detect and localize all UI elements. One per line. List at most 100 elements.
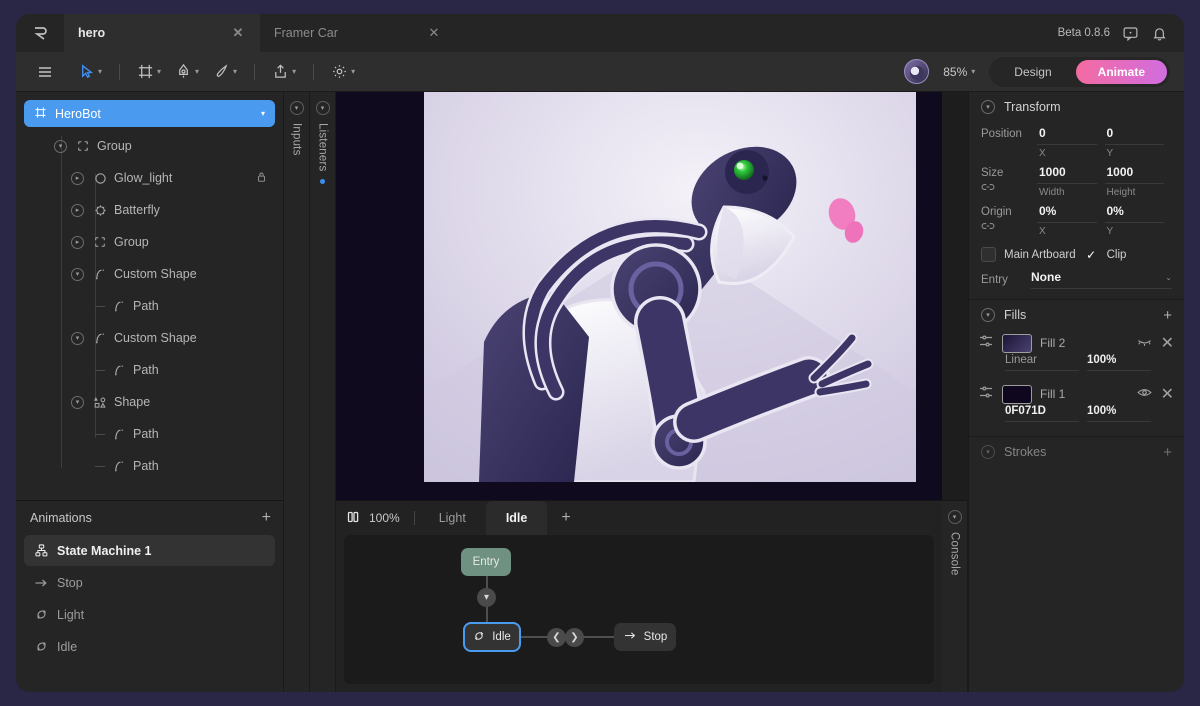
tab-framer-car[interactable]: Framer Car ✕ (260, 14, 456, 52)
layer-row[interactable]: Path (24, 418, 275, 450)
fill-item-2[interactable]: Fill 2 ✕ (969, 330, 1184, 353)
chevron-down-icon[interactable]: ▾ (981, 308, 995, 322)
timeline-tab-light[interactable]: Light (419, 501, 486, 535)
strokes-header[interactable]: ▾ Strokes + (969, 437, 1184, 467)
close-icon[interactable]: ✕ (1161, 384, 1174, 404)
fill-opacity-value[interactable]: 100% (1087, 405, 1151, 422)
animation-item-state-machine-1[interactable]: State Machine 1 (24, 535, 275, 566)
link-icon[interactable] (981, 179, 1037, 195)
brush-tool[interactable]: ▾ (207, 58, 243, 86)
chevron-down-icon[interactable]: ▾ (195, 67, 199, 76)
rail-listeners[interactable]: ▾ Listeners (310, 92, 336, 692)
rail-console[interactable]: ▾ Console (942, 500, 968, 692)
export-tool[interactable]: ▾ (266, 58, 302, 86)
layer-row[interactable]: ▸ Group (24, 226, 275, 258)
layer-row[interactable]: ▾ Custom Shape (24, 258, 275, 290)
layer-row[interactable]: Path (24, 290, 275, 322)
mode-animate[interactable]: Animate (1075, 59, 1167, 84)
chevron-down-icon[interactable]: ▾ (981, 445, 995, 459)
chevron-down-icon[interactable]: ▾ (289, 101, 304, 115)
position-y-field[interactable]: 0 Y (1104, 124, 1173, 159)
animation-item-stop[interactable]: Stop (24, 567, 275, 598)
chevron-down-icon[interactable]: ▾ (971, 67, 975, 76)
layer-row[interactable]: ▸ Glow_light (24, 162, 275, 194)
pen-tool[interactable]: ▾ (169, 58, 205, 86)
eye-closed-icon[interactable] (1137, 334, 1152, 352)
eye-open-icon[interactable] (1136, 385, 1152, 403)
select-tool[interactable]: ▾ (72, 58, 108, 86)
artboard-tool[interactable]: ▾ (131, 58, 167, 86)
width-field[interactable]: 1000 Width (1037, 163, 1105, 198)
close-icon[interactable]: ✕ (1161, 333, 1174, 353)
chevron-down-icon[interactable]: ▾ (477, 588, 496, 607)
entry-select[interactable]: None ⌄ (1031, 270, 1172, 289)
position-x-field[interactable]: 0 X (1037, 124, 1105, 159)
plus-icon[interactable]: + (1163, 445, 1172, 460)
state-machine-graph[interactable]: ▾ ❮ ❯ Entry Idle Stop (344, 535, 934, 684)
chevron-down-icon[interactable]: ▾ (315, 101, 330, 115)
fill-swatch[interactable] (1002, 384, 1032, 404)
origin-x-field[interactable]: 0% X (1037, 202, 1105, 237)
expand-toggle[interactable]: ▸ (71, 171, 84, 185)
rail-inputs[interactable]: ▾ Inputs (284, 92, 310, 692)
canvas-viewport[interactable] (336, 92, 942, 500)
timeline-tab-idle[interactable]: Idle (485, 501, 548, 535)
hamburger-menu-icon[interactable] (30, 58, 60, 86)
graph-node-entry[interactable]: Entry (461, 548, 511, 576)
fill-swatch[interactable] (1002, 333, 1032, 353)
transform-header[interactable]: ▾ Transform (969, 92, 1184, 122)
plus-icon[interactable]: + (547, 501, 584, 535)
chevron-down-icon[interactable]: ▾ (292, 67, 296, 76)
lock-icon[interactable] (256, 171, 275, 186)
mode-design[interactable]: Design (992, 60, 1073, 84)
rive-logo-icon[interactable] (16, 14, 64, 52)
pause-icon[interactable] (346, 510, 360, 527)
fill-hex-value[interactable]: 0F071D (1005, 405, 1079, 422)
expand-toggle[interactable]: ▾ (71, 395, 84, 409)
chevron-down-icon[interactable]: ⌄ (1165, 273, 1172, 282)
chevron-down-icon[interactable]: ▾ (261, 109, 265, 118)
artboard-herobot[interactable] (424, 92, 916, 482)
expand-toggle[interactable]: ▾ (71, 267, 84, 281)
main-artboard-checkbox[interactable] (981, 247, 996, 262)
playback-speed-label[interactable]: 100% (369, 511, 400, 525)
expand-toggle[interactable]: ▸ (71, 203, 84, 217)
height-field[interactable]: 1000 Height (1104, 163, 1173, 198)
layer-row[interactable]: Path (24, 450, 275, 482)
zoom-control[interactable]: 85% ▾ (943, 65, 975, 79)
fills-header[interactable]: ▾ Fills + (969, 300, 1184, 330)
expand-toggle[interactable]: ▸ (71, 235, 84, 249)
chevron-down-icon[interactable]: ▾ (157, 67, 161, 76)
gear-icon[interactable]: ▾ (325, 58, 361, 86)
graph-node-stop[interactable]: Stop (614, 623, 676, 651)
layer-row[interactable]: ▾ Group (24, 130, 275, 162)
fill-opacity-value[interactable]: 100% (1087, 354, 1151, 371)
layer-row[interactable]: ▾ Custom Shape (24, 322, 275, 354)
link-icon[interactable] (981, 218, 1037, 234)
plus-icon[interactable]: + (1163, 308, 1172, 323)
expand-toggle[interactable]: ▾ (71, 331, 84, 345)
chevron-left-icon[interactable]: ❮ (547, 628, 566, 647)
clip-checkbox[interactable]: ✓ (1084, 247, 1099, 262)
fill-type-value[interactable]: Linear (1005, 354, 1079, 371)
animation-item-light[interactable]: Light (24, 599, 275, 630)
origin-y-field[interactable]: 0% Y (1104, 202, 1173, 237)
layer-row[interactable]: Path (24, 354, 275, 386)
comment-icon[interactable] (1122, 25, 1139, 42)
chevron-down-icon[interactable]: ▾ (98, 67, 102, 76)
chevron-down-icon[interactable]: ▾ (233, 67, 237, 76)
animation-item-idle[interactable]: Idle (24, 631, 275, 662)
plus-icon[interactable]: + (262, 510, 271, 526)
layer-row[interactable]: ▾ Shape (24, 386, 275, 418)
layer-item-herobot[interactable]: HeroBot ▾ (24, 100, 275, 127)
fill-item-1[interactable]: Fill 1 ✕ (969, 375, 1184, 404)
expand-toggle[interactable]: ▾ (54, 139, 67, 153)
layer-row[interactable]: ▸ Batterfly (24, 194, 275, 226)
tab-hero[interactable]: hero ✕ (64, 14, 260, 52)
chevron-right-icon[interactable]: ❯ (565, 628, 584, 647)
chevron-down-icon[interactable]: ▾ (351, 67, 355, 76)
sliders-icon[interactable] (979, 385, 994, 404)
close-icon[interactable]: ✕ (426, 25, 442, 41)
avatar[interactable] (904, 59, 930, 84)
graph-node-idle[interactable]: Idle (463, 622, 521, 652)
